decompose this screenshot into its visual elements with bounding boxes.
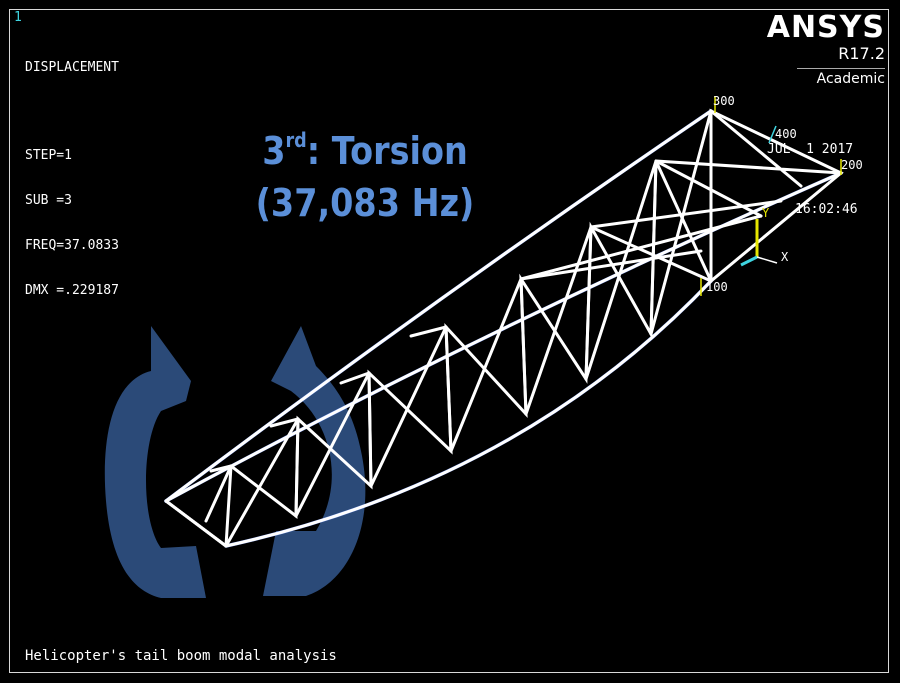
result-info: DISPLACEMENT STEP=1 SUB =3 FREQ=37.0833 … [25,30,119,328]
node-label-400: 400 [775,127,797,141]
ansys-logo: ANSYS R17.2 Academic [767,12,885,89]
logo-version: R17.2 [838,44,885,63]
logo-brand: ANSYS [766,10,885,45]
mode-headline: 3rd: Torsion (37,083 Hz) [255,114,475,229]
axis-label-x: X [781,250,789,264]
frequency-value: FREQ=37.0833 [25,238,119,253]
dmx-value: DMX =.229187 [25,283,119,298]
logo-edition: Academic [816,71,885,87]
node-label-100: 100 [706,280,728,294]
rotation-arrow-icon [104,326,366,598]
node-label-300: 300 [713,94,735,108]
graphics-viewport[interactable]: 1 DISPLACEMENT STEP=1 SUB =3 FREQ=37.083… [9,9,889,673]
result-title: DISPLACEMENT [25,60,119,75]
plot-caption: Helicopter's tail boom modal analysis [25,648,337,664]
date-value: JUL 1 2017 [767,142,854,157]
mode-frequency: (37,083 Hz) [255,181,475,225]
substep-value: SUB =3 [25,193,72,208]
step-value: STEP=1 [25,148,72,163]
window-number: 1 [14,10,22,25]
time-value: 16:02:46 [795,202,858,217]
node-label-200: 200 [841,158,863,172]
model-canvas [104,96,844,598]
timestamp: JUL 1 2017 16:02:46 [767,100,858,260]
axis-label-y: Y [762,206,770,220]
mode-title: 3rd: Torsion [262,128,468,173]
